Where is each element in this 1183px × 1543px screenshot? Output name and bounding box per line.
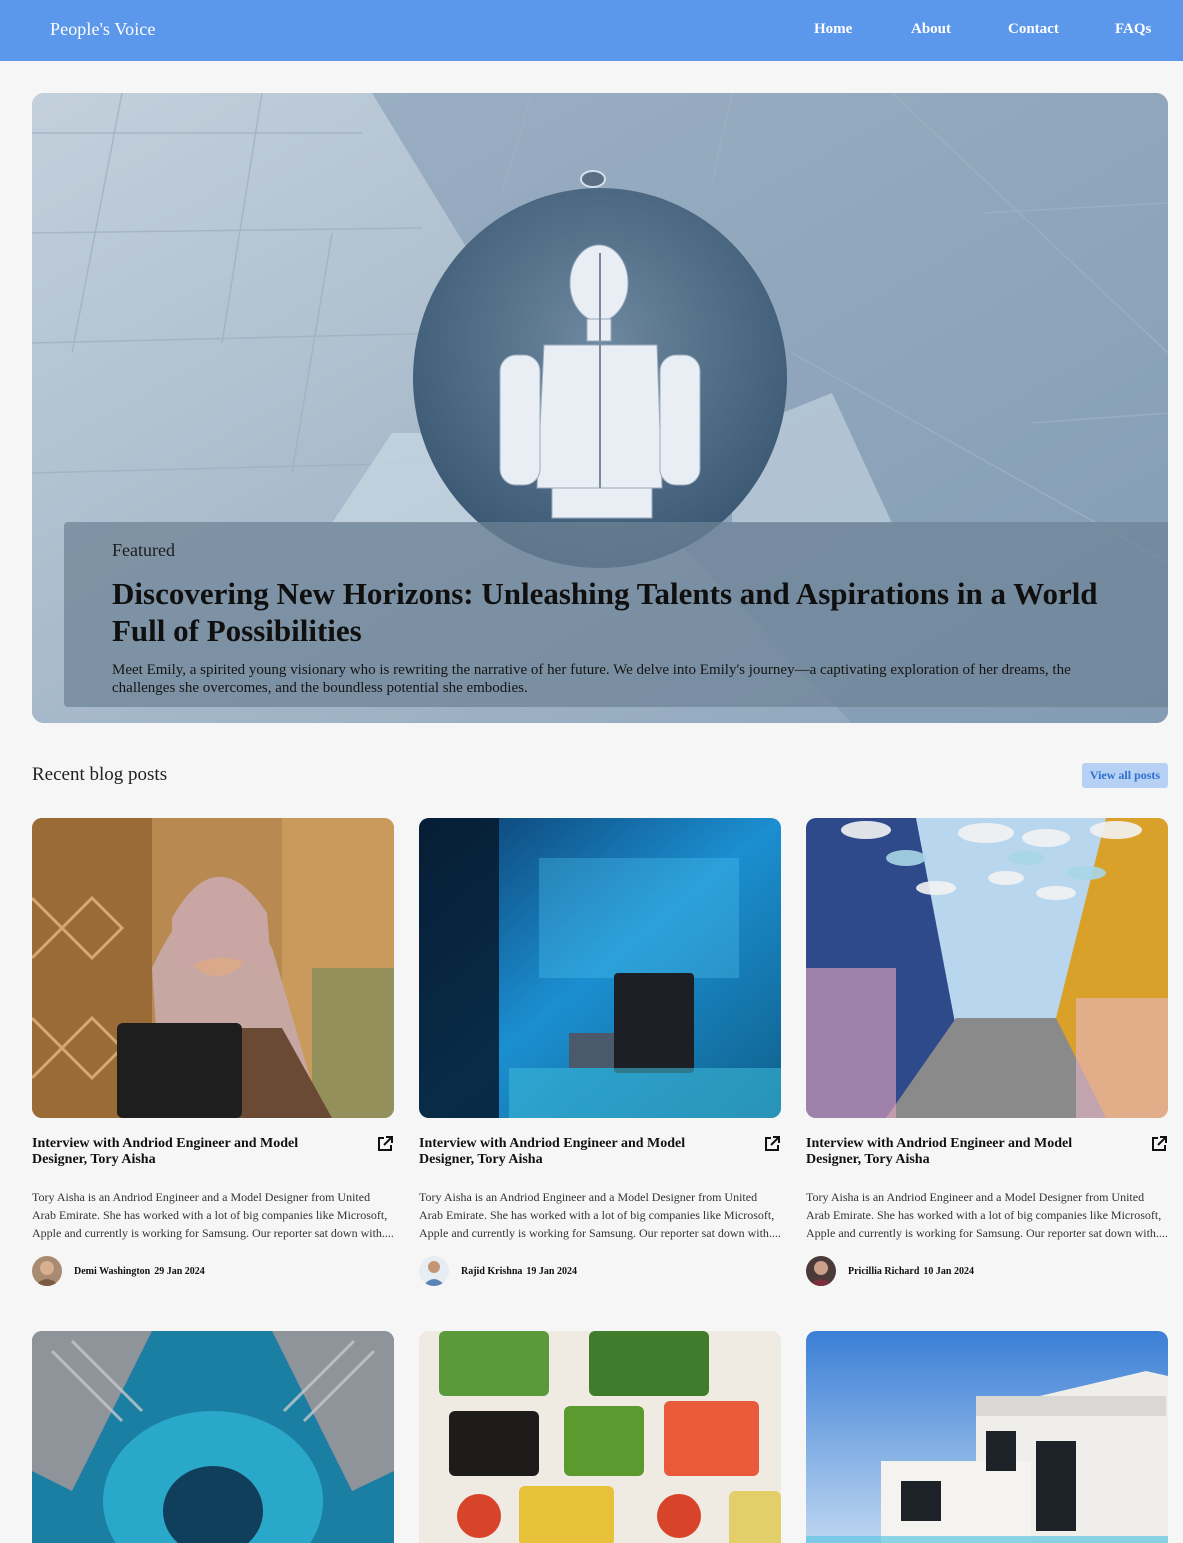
post-date: 19 Jan 2024 (526, 1265, 577, 1277)
nav-contact-link[interactable]: Contact (1008, 21, 1059, 38)
author-name[interactable]: Rajid Krishna (461, 1266, 522, 1277)
blog-card-excerpt: Tory Aisha is an Andriod Engineer and a … (806, 1190, 1168, 1240)
view-all-posts-button[interactable]: View all posts (1082, 763, 1168, 788)
recent-posts-heading: Recent blog posts (32, 764, 168, 785)
external-link-icon[interactable] (376, 1135, 394, 1153)
blog-card-image[interactable] (806, 818, 1168, 1118)
author-name[interactable]: Pricillia Richard (848, 1266, 919, 1277)
blog-card-title[interactable]: Interview with Andriod Engineer and Mode… (32, 1136, 332, 1168)
brand-logo[interactable]: People's Voice (50, 19, 155, 40)
blog-card-image[interactable] (806, 1331, 1168, 1543)
blog-card-image[interactable] (32, 818, 394, 1118)
blog-card[interactable]: Interview with Andriod Engineer and Mode… (32, 818, 394, 1286)
featured-hero[interactable]: Featured Discovering New Horizons: Unlea… (32, 93, 1168, 723)
blog-card-excerpt: Tory Aisha is an Andriod Engineer and a … (32, 1190, 394, 1240)
blog-card[interactable] (419, 1331, 781, 1543)
top-navbar: People's Voice Home About Contact FAQs (0, 0, 1183, 61)
avatar (32, 1256, 62, 1286)
post-date: 29 Jan 2024 (154, 1265, 205, 1277)
blog-card-title[interactable]: Interview with Andriod Engineer and Mode… (806, 1136, 1106, 1168)
hero-title[interactable]: Discovering New Horizons: Unleashing Tal… (112, 575, 1120, 649)
post-date: 10 Jan 2024 (923, 1265, 974, 1277)
blog-card-image[interactable] (419, 1331, 781, 1543)
blog-card[interactable]: Interview with Andriod Engineer and Mode… (419, 818, 781, 1286)
featured-tag: Featured (112, 540, 175, 560)
blog-card[interactable] (32, 1331, 394, 1543)
blog-card-author: Pricillia Richard 10 Jan 2024 (806, 1256, 974, 1286)
external-link-icon[interactable] (763, 1135, 781, 1153)
avatar (806, 1256, 836, 1286)
blog-card-image[interactable] (419, 818, 781, 1118)
external-link-icon[interactable] (1150, 1135, 1168, 1153)
blog-card-title[interactable]: Interview with Andriod Engineer and Mode… (419, 1136, 719, 1168)
blog-card[interactable]: Interview with Andriod Engineer and Mode… (806, 818, 1168, 1286)
blog-card-image[interactable] (32, 1331, 394, 1543)
blog-card[interactable] (806, 1331, 1168, 1543)
avatar (419, 1256, 449, 1286)
hero-caption: Featured Discovering New Horizons: Unlea… (64, 522, 1168, 707)
nav-faqs-link[interactable]: FAQs (1115, 21, 1151, 38)
blog-card-author: Demi Washington 29 Jan 2024 (32, 1256, 205, 1286)
blog-card-author: Rajid Krishna 19 Jan 2024 (419, 1256, 577, 1286)
nav-about-link[interactable]: About (911, 21, 951, 38)
nav-home-link[interactable]: Home (814, 21, 852, 38)
hero-description: Meet Emily, a spirited young visionary w… (112, 662, 1071, 696)
author-name[interactable]: Demi Washington (74, 1266, 150, 1277)
blog-card-excerpt: Tory Aisha is an Andriod Engineer and a … (419, 1190, 781, 1240)
